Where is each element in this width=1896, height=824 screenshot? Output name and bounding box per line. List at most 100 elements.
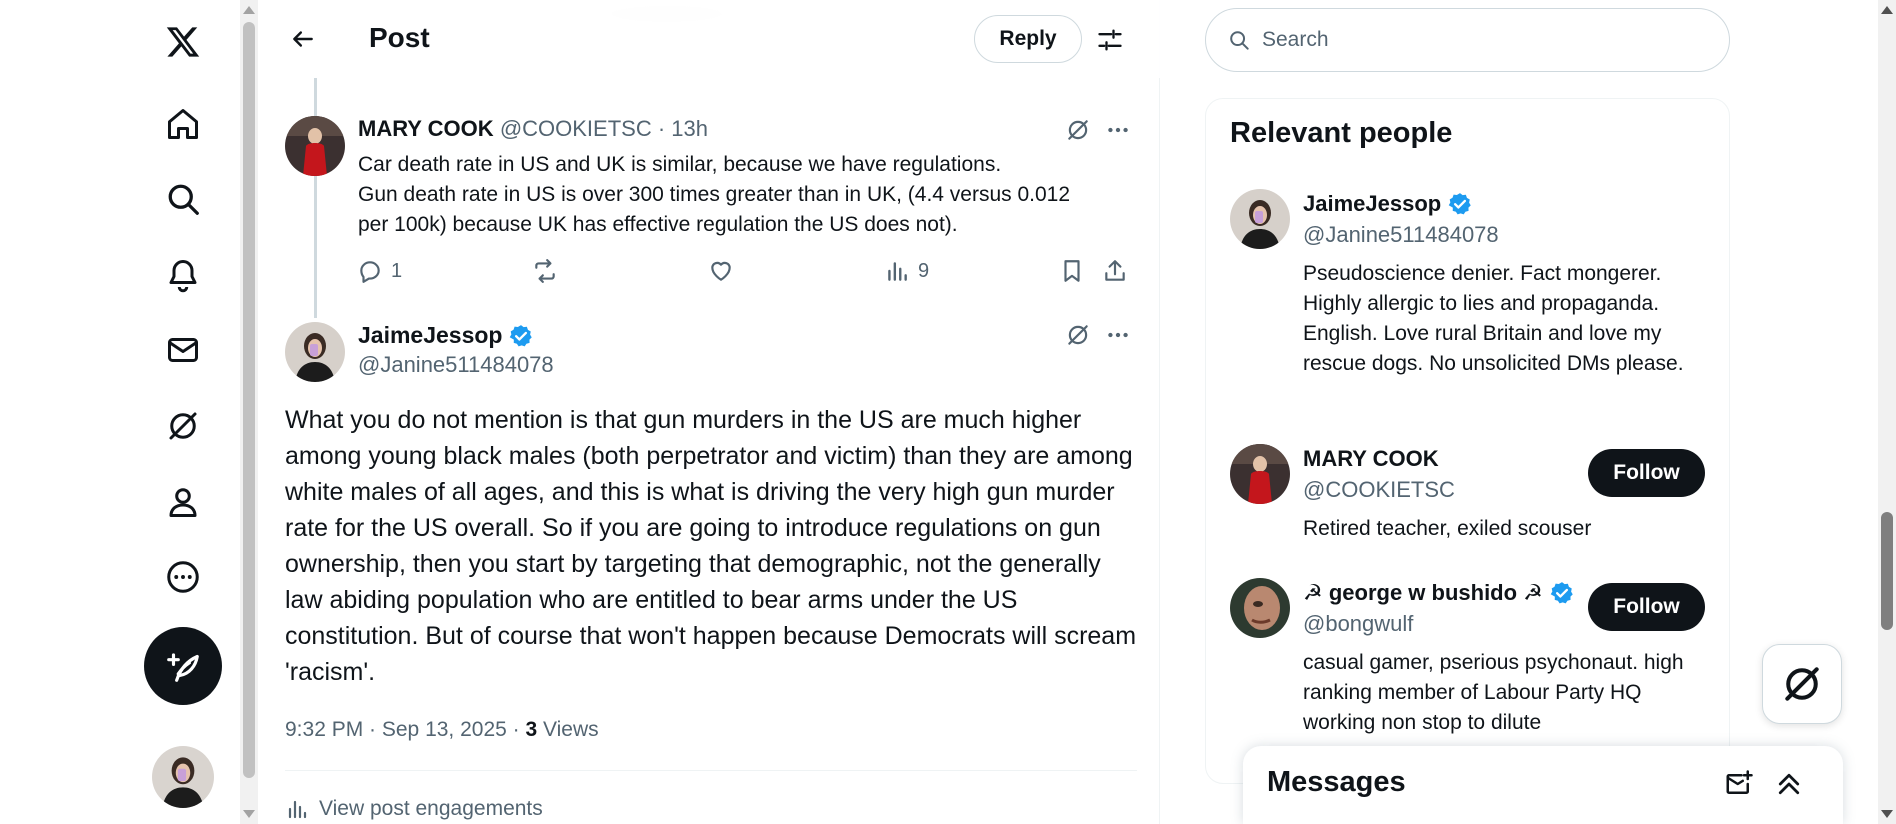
search-box[interactable] (1205, 8, 1730, 72)
avatar[interactable] (1230, 444, 1290, 504)
reply-line: Gun death rate in US is over 300 times g… (358, 183, 1071, 206)
main-column: Post Reply MARY COOK @COOKIETSC · 13h Ca… (262, 0, 1160, 824)
person-name-row: MARY COOK (1303, 446, 1439, 472)
post-time[interactable]: 13h (671, 116, 708, 141)
main-author-line: JaimeJessop (358, 322, 534, 349)
person-name[interactable]: JaimeJessop (1303, 191, 1441, 217)
search-icon (168, 184, 199, 215)
grok-explain-button[interactable] (1065, 322, 1091, 348)
author-handle[interactable]: @COOKIETSC (500, 116, 652, 141)
scroll-up-arrow[interactable] (243, 6, 255, 14)
verified-icon[interactable] (508, 323, 534, 349)
nav-explore[interactable] (140, 169, 225, 229)
home-icon (167, 109, 198, 139)
repost-action[interactable] (532, 258, 558, 284)
grok-icon (1785, 667, 1819, 701)
page-scrollbar[interactable] (1878, 0, 1896, 824)
avatar[interactable] (1230, 189, 1290, 249)
main-post-text: What you do not mention is that gun murd… (285, 406, 1137, 686)
person-handle[interactable]: @COOKIETSC (1303, 477, 1455, 503)
messages-title[interactable]: Messages (1267, 766, 1406, 799)
avatar-image (1230, 444, 1290, 504)
post-timestamp[interactable]: 9:32 PM · Sep 13, 2025 · (285, 718, 525, 741)
nav-grok[interactable] (140, 396, 225, 456)
bookmark-action[interactable] (1059, 258, 1085, 284)
scroll-down-arrow[interactable] (1881, 810, 1893, 818)
bell-icon (169, 260, 196, 293)
views-icon (888, 262, 907, 281)
person-card[interactable]: MARY COOK @COOKIETSC Follow Retired teac… (1206, 444, 1729, 554)
more-options-button[interactable] (1105, 322, 1131, 348)
avatar-image (152, 746, 214, 808)
verified-icon[interactable] (1549, 580, 1575, 606)
reply-settings-button[interactable] (1090, 20, 1130, 60)
mail-icon (167, 338, 198, 362)
profile-icon (169, 488, 196, 517)
author-name[interactable]: MARY COOK (358, 116, 494, 141)
share-action[interactable] (1102, 258, 1128, 284)
person-name[interactable]: ☭ george w bushido ☭ (1303, 580, 1543, 606)
grok-icon (1068, 325, 1088, 345)
follow-button[interactable]: Follow (1588, 583, 1705, 631)
account-avatar[interactable] (152, 746, 214, 808)
reply-action[interactable]: 1 (357, 258, 402, 284)
reply-button[interactable]: Reply (974, 15, 1082, 63)
post-header: Post Reply (262, 0, 1160, 78)
avatar[interactable] (285, 322, 345, 382)
reply-post-text: Car death rate in US and UK is similar, … (358, 150, 1148, 240)
nav-profile[interactable] (140, 472, 225, 532)
search-input[interactable] (1262, 28, 1682, 52)
engagements-label: View post engagements (319, 797, 543, 820)
person-bio: Retired teacher, exiled scouser (1303, 517, 1592, 540)
divider (285, 770, 1137, 771)
left-scrollbar[interactable] (240, 0, 258, 824)
avatar-image (1230, 189, 1290, 249)
nav-notifications[interactable] (140, 245, 225, 305)
page-title: Post (369, 22, 430, 53)
compose-post-button[interactable] (144, 627, 222, 705)
x-logo-icon (166, 27, 199, 57)
views-icon (288, 800, 307, 819)
more-horizontal-icon (1108, 127, 1128, 133)
more-horizontal-icon (1108, 332, 1128, 338)
person-name[interactable]: MARY COOK (1303, 446, 1439, 472)
grok-explain-button[interactable] (1065, 117, 1091, 143)
nav-messages[interactable] (140, 320, 225, 380)
author-name[interactable]: JaimeJessop (358, 322, 502, 349)
compose-icon (167, 653, 199, 682)
avatar[interactable] (1230, 578, 1290, 638)
view-engagements-link[interactable]: View post engagements (285, 797, 543, 821)
nav-more[interactable] (140, 547, 225, 607)
views-action[interactable]: 9 (884, 258, 929, 284)
repost-icon (535, 259, 555, 283)
bookmark-icon (1064, 260, 1080, 282)
new-message-button[interactable] (1721, 766, 1757, 802)
scroll-up-arrow[interactable] (1881, 6, 1893, 14)
person-card[interactable]: JaimeJessop @Janine511484078 Pseudoscien… (1206, 189, 1729, 419)
reply-author-line: MARY COOK @COOKIETSC · 13h (358, 116, 709, 141)
person-handle[interactable]: @bongwulf (1303, 611, 1413, 637)
views-label: Views (537, 718, 599, 741)
back-arrow-icon (293, 31, 313, 47)
scroll-thumb[interactable] (243, 22, 255, 778)
grok-icon (1068, 120, 1088, 140)
person-handle[interactable]: @Janine511484078 (1303, 222, 1499, 248)
back-button[interactable] (282, 18, 324, 60)
reply-icon (360, 261, 380, 283)
adjust-icon (1098, 29, 1122, 51)
nav-home[interactable] (140, 94, 225, 154)
scroll-down-arrow[interactable] (243, 810, 255, 818)
like-action[interactable] (708, 258, 734, 284)
more-options-button[interactable] (1105, 117, 1131, 143)
scroll-thumb[interactable] (1881, 512, 1893, 630)
person-bio: Pseudoscience denier. Fact mongerer. Hig… (1303, 262, 1684, 375)
avatar[interactable] (285, 116, 345, 176)
expand-messages-button[interactable] (1771, 766, 1807, 802)
follow-button[interactable]: Follow (1588, 449, 1705, 497)
grok-floating-button[interactable] (1762, 644, 1842, 724)
messages-drawer[interactable]: Messages (1243, 746, 1843, 824)
verified-icon[interactable] (1447, 191, 1473, 217)
x-logo-link[interactable] (140, 12, 225, 72)
author-handle[interactable]: @Janine511484078 (358, 352, 554, 378)
relevant-people-panel: Relevant people JaimeJessop @Janine51148… (1205, 98, 1730, 784)
